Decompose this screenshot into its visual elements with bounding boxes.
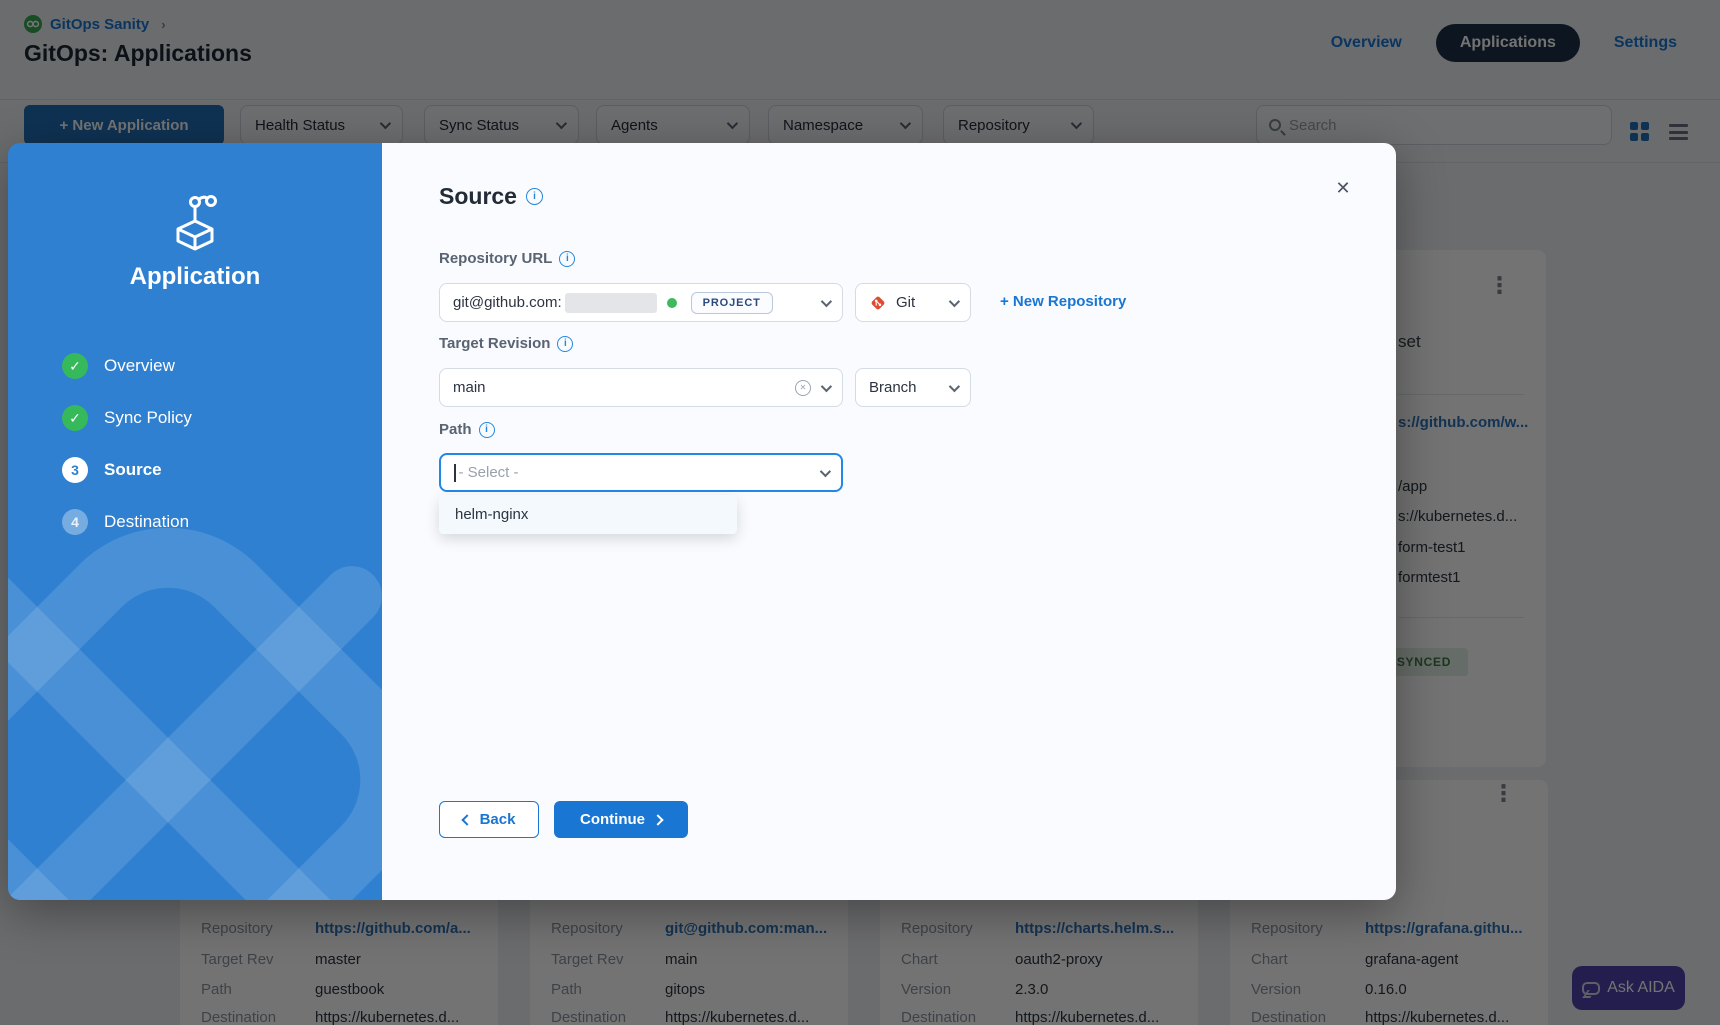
modal-title-text: Source: [439, 183, 517, 210]
text-cursor: [454, 464, 456, 482]
back-button[interactable]: Back: [439, 801, 539, 838]
step-sync-policy[interactable]: Sync Policy: [62, 405, 362, 431]
chevron-left-icon: [461, 814, 472, 825]
target-revision-label: Target Revision: [439, 335, 573, 352]
chevron-down-icon: [821, 380, 832, 391]
chevron-right-icon: [652, 814, 663, 825]
provider-value: Git: [896, 294, 915, 311]
repository-url-combobox[interactable]: git@github.com: PROJECT: [439, 283, 843, 322]
status-dot-icon: [667, 298, 677, 308]
step-done-check-icon: [62, 353, 88, 379]
clear-icon[interactable]: [795, 380, 811, 396]
target-revision-combobox[interactable]: main: [439, 368, 843, 407]
field-label-text: Target Revision: [439, 335, 550, 352]
target-revision-value: main: [453, 379, 486, 396]
new-repository-link[interactable]: + New Repository: [1000, 293, 1126, 310]
step-number-badge: 3: [62, 457, 88, 483]
step-source-active[interactable]: 3 Source: [62, 457, 362, 483]
ref-type-select[interactable]: Branch: [855, 368, 971, 407]
step-number-badge: 4: [62, 509, 88, 535]
project-badge: PROJECT: [691, 292, 773, 314]
step-destination[interactable]: 4 Destination: [62, 509, 362, 535]
continue-button[interactable]: Continue: [554, 801, 688, 838]
step-label: Overview: [104, 356, 175, 376]
repository-url-label: Repository URL: [439, 250, 575, 267]
info-icon[interactable]: [557, 336, 573, 352]
chevron-down-icon: [820, 465, 831, 476]
step-done-check-icon: [62, 405, 88, 431]
wizard-sidebar: Application Overview Sync Policy 3 Sourc…: [8, 143, 382, 900]
screen: GitOps Sanity › GitOps: Applications Ove…: [0, 0, 1720, 1025]
info-icon[interactable]: [559, 251, 575, 267]
step-label: Source: [104, 460, 162, 480]
field-label-text: Repository URL: [439, 250, 552, 267]
chevron-down-icon: [949, 295, 960, 306]
ref-type-value: Branch: [869, 379, 917, 396]
step-label: Sync Policy: [104, 408, 192, 428]
wizard-steps: Overview Sync Policy 3 Source 4 Destinat…: [62, 353, 362, 561]
back-label: Back: [480, 811, 516, 828]
chevron-down-icon: [821, 295, 832, 306]
continue-label: Continue: [580, 811, 645, 828]
modal-title: Source: [439, 183, 543, 210]
wizard-title: Application: [8, 263, 382, 291]
repository-url-prefix: git@github.com:: [453, 294, 562, 311]
chevron-down-icon: [949, 380, 960, 391]
modal-body: ✕ Source Repository URL git@github.com: …: [382, 143, 1396, 900]
info-icon[interactable]: [479, 422, 495, 438]
redacted-value: [565, 293, 657, 313]
path-options-dropdown: helm-nginx: [439, 495, 737, 534]
field-label-text: Path: [439, 421, 472, 438]
close-icon[interactable]: ✕: [1332, 177, 1354, 199]
path-option-helm-nginx[interactable]: helm-nginx: [439, 495, 737, 534]
provider-select[interactable]: Git: [855, 283, 971, 322]
info-icon[interactable]: [526, 188, 543, 205]
new-application-modal: Application Overview Sync Policy 3 Sourc…: [8, 143, 1396, 900]
step-label: Destination: [104, 512, 189, 532]
path-combobox-focused[interactable]: - Select -: [439, 453, 843, 492]
application-icon: [166, 191, 224, 253]
path-placeholder: - Select -: [459, 464, 519, 481]
step-overview[interactable]: Overview: [62, 353, 362, 379]
git-icon: [869, 294, 887, 312]
path-label: Path: [439, 421, 495, 438]
